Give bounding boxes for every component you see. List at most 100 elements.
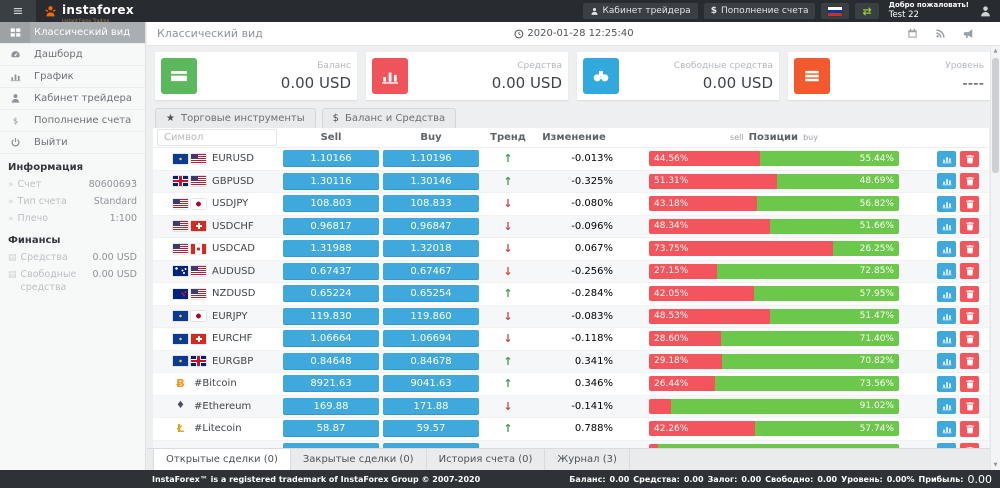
buy-price-button[interactable]: 1.32018 [383,240,479,257]
sell-price-button[interactable]: 1.06664 [283,330,379,347]
remove-instrument-button[interactable] [960,263,979,279]
tab-2[interactable]: История счета (0) [427,449,546,470]
open-chart-button[interactable] [937,376,956,392]
open-chart-button[interactable] [937,286,956,302]
buy-percent-label: 55.44% [860,154,894,164]
sell-price-button[interactable]: 1.10166 [283,150,379,167]
brand-logo[interactable]: instaforex Instant Forex Trading [44,0,134,24]
open-chart-button[interactable] [937,263,956,279]
remove-instrument-button[interactable] [960,196,979,212]
menu-toggle-icon[interactable]: ≡ [0,0,36,22]
sell-price-button[interactable]: 108.803 [283,195,379,212]
scrollbar-thumb[interactable] [992,58,999,173]
sidebar-item-user[interactable]: Кабинет трейдера [0,88,145,110]
remove-instrument-button[interactable] [960,331,979,347]
buy-price-button[interactable]: 0.65254 [383,285,479,302]
open-chart-button[interactable] [937,308,956,324]
trader-cabinet-button[interactable]: Кабинет трейдера [583,3,698,19]
summary-card: Средства 0.00 USD [366,52,568,100]
sell-price-button[interactable]: 119.830 [283,308,379,325]
open-chart-button[interactable] [937,398,956,414]
symbol-search-input[interactable] [157,129,277,146]
buy-positions-segment: 51.66% [770,219,899,234]
remove-instrument-button[interactable] [960,218,979,234]
user-avatar[interactable] [979,5,992,18]
scroll-up-icon[interactable]: ▲ [991,48,1000,54]
remove-instrument-button[interactable] [960,286,979,302]
sell-header: Sell [281,132,381,143]
buy-price-button[interactable]: 108.833 [383,195,479,212]
footer-stat-value: 0.00 [741,475,761,484]
buy-price-button[interactable]: 9041.63 [383,375,479,392]
remove-instrument-button[interactable] [960,398,979,414]
info-section-heading: Информация [0,154,145,177]
sidebar-item-grid[interactable]: Классический вид [0,22,145,44]
flag-ch-icon [191,221,206,231]
sidebar-item-dollar[interactable]: $ Пополнение счета [0,110,145,132]
tab-3[interactable]: Журнал (3) [545,449,629,470]
sell-price-button[interactable]: 0.96817 [283,218,379,235]
buy-price-button[interactable]: 0.96847 [383,218,479,235]
rss-icon[interactable] [935,28,946,39]
buy-price-button[interactable]: 119.860 [383,308,479,325]
remove-instrument-button[interactable] [960,173,979,189]
sell-price-button[interactable]: 0.67437 [283,263,379,280]
sidebar-item-gauge[interactable]: Дашборд [0,44,145,66]
sell-price-button[interactable]: 1.31988 [283,240,379,257]
sell-price-button[interactable]: 1.30116 [283,173,379,190]
buy-price-button[interactable]: 0.67467 [383,263,479,280]
tab-0[interactable]: Открытые сделки (0) [153,449,291,470]
sidebar-item-power[interactable]: Выйти [0,132,145,154]
sidebar-item-chart[interactable]: График [0,66,145,88]
remove-instrument-button[interactable] [960,376,979,392]
welcome-text: Добро пожаловать! [889,1,969,10]
remove-instrument-button[interactable] [960,353,979,369]
remove-instrument-button[interactable] [960,308,979,324]
positions-bar: 43.18% 56.82% [649,196,899,211]
symbol-label: EURJPY [212,311,247,322]
buy-price-button[interactable]: 0.84678 [383,353,479,370]
open-chart-button[interactable] [937,218,956,234]
instaforex-logo-icon [44,5,57,18]
buy-price-button[interactable]: 171.88 [383,398,479,415]
language-flag-button[interactable] [821,3,849,19]
buy-percent-label: 91.02% [860,401,894,411]
sell-positions-segment: 26.44% [649,376,715,391]
trading-instruments-button[interactable]: ★ Торговые инструменты [155,108,316,129]
deposit-button[interactable]: $ Пополнение счета [704,3,816,19]
sell-price-button[interactable]: 8921.63 [283,375,379,392]
flag-us-icon [173,199,188,209]
instrument-row: NZDUSD 0.65224 0.65254 ↑ -0.284% 42.05% … [153,283,989,306]
buy-price-button[interactable]: 59.57 [383,420,479,437]
remove-instrument-button[interactable] [960,241,979,257]
remove-instrument-button[interactable] [960,421,979,437]
flag-us-icon [191,289,206,299]
scroll-down-icon[interactable]: ▼ [991,462,1000,468]
vertical-scrollbar[interactable]: ▲ ▼ [990,46,1000,470]
open-chart-button[interactable] [937,151,956,167]
positions-bar: 42.05% 57.95% [649,286,899,301]
sell-price-button[interactable]: 0.84648 [283,353,379,370]
open-chart-button[interactable] [937,196,956,212]
open-chart-button[interactable] [937,241,956,257]
buy-price-button[interactable]: 1.30146 [383,173,479,190]
open-chart-button[interactable] [937,331,956,347]
buy-price-button[interactable]: 1.10196 [383,150,479,167]
tab-1[interactable]: Закрытые сделки (0) [291,449,427,470]
open-chart-button[interactable] [937,353,956,369]
remove-instrument-button[interactable] [960,151,979,167]
footer-stat-value: 0.00 [817,475,837,484]
sell-price-button[interactable]: 0.65224 [283,285,379,302]
balance-funds-button[interactable]: $ Баланс и Средства [322,108,457,129]
megaphone-icon[interactable] [963,28,974,39]
calendar-icon[interactable] [907,28,918,39]
sell-price-button[interactable]: 169.88 [283,398,379,415]
account-switch-button[interactable]: ⇄ [855,3,878,19]
open-chart-button[interactable] [937,173,956,189]
sell-price-button[interactable]: 58.87 [283,420,379,437]
buy-price-button[interactable]: 1.06694 [383,330,479,347]
open-chart-button[interactable] [937,421,956,437]
symbol-cell: EURGBP [153,356,281,367]
symbol-label: EURUSD [212,153,254,164]
sell-percent-label: 28.60% [654,334,688,344]
